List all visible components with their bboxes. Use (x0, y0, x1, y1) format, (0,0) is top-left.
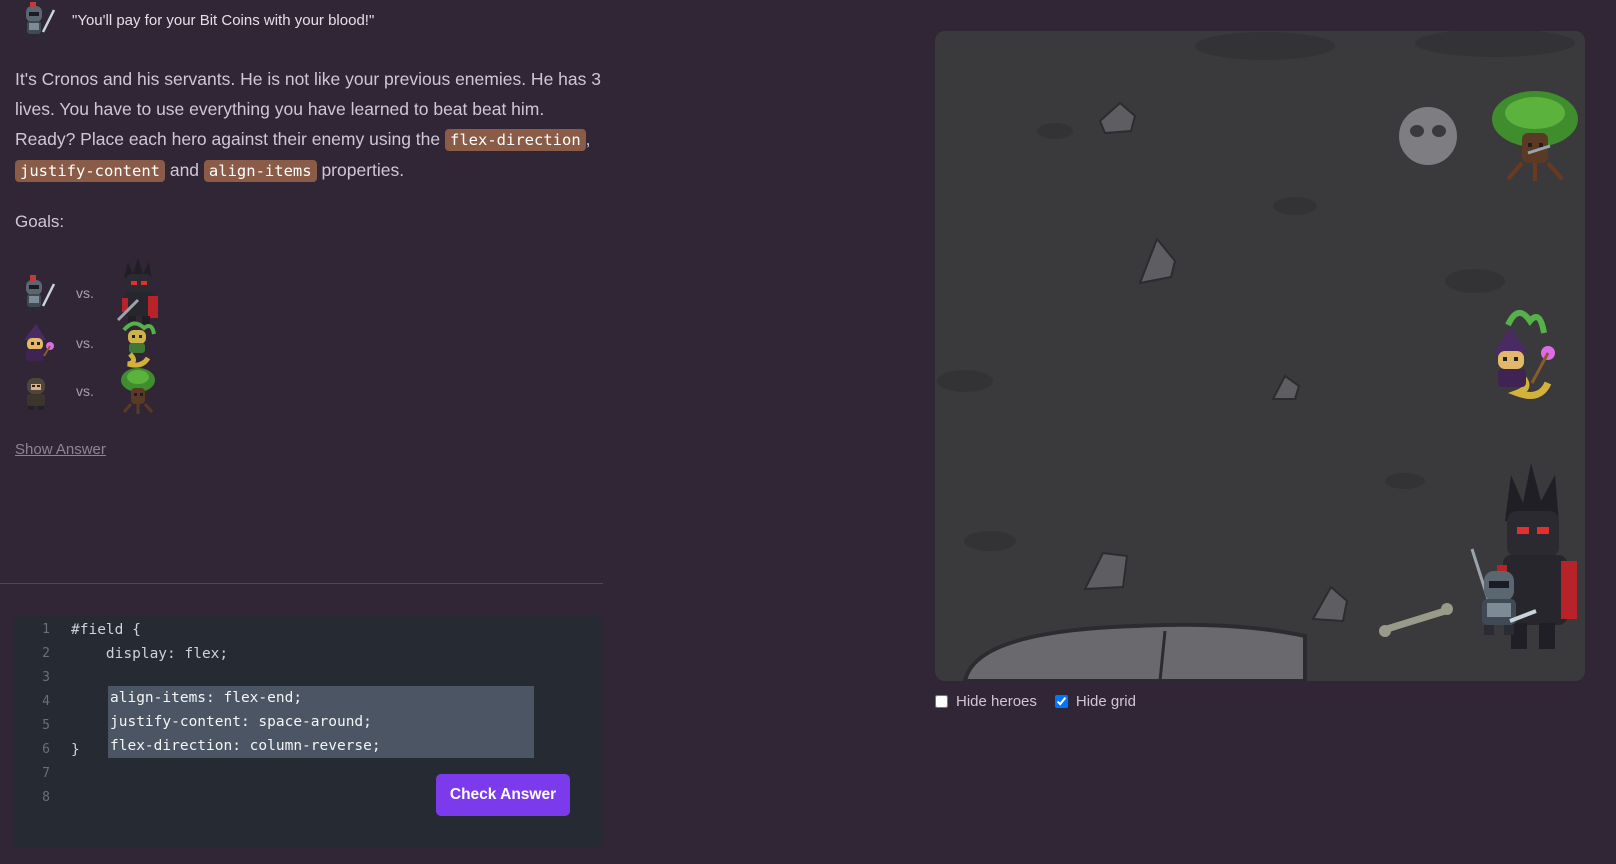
rock-icon (1083, 551, 1129, 591)
check-answer-button[interactable]: Check Answer (436, 774, 570, 816)
hide-heroes-label: Hide heroes (956, 693, 1037, 710)
hide-heroes-checkbox[interactable] (935, 695, 948, 708)
knight-avatar-icon (18, 2, 56, 38)
medusa-icon (114, 318, 164, 368)
rock-icon (1311, 585, 1349, 623)
description-text: , (585, 129, 591, 149)
line-number: 6 (42, 742, 50, 757)
rock-icon (1098, 101, 1137, 135)
level-description: It's Cronos and his servants. He is not … (15, 64, 605, 186)
line-number: 1 (42, 622, 50, 637)
wizard-hero-icon (1490, 321, 1560, 406)
line-number: 2 (42, 646, 50, 661)
hide-grid-checkbox[interactable] (1054, 695, 1068, 708)
ranger-icon (18, 370, 56, 412)
hero-quote: "You'll pay for your Bit Coins with your… (18, 2, 374, 38)
line-number: 7 (42, 766, 50, 781)
vs-label: vs. (76, 335, 94, 351)
description-text: properties. (316, 160, 405, 180)
code-closing-brace: } (71, 742, 80, 758)
wizard-icon (18, 322, 56, 364)
line-number: 5 (42, 718, 50, 733)
line-number: 4 (42, 694, 50, 709)
vs-label: vs. (76, 383, 94, 399)
line-number: 3 (42, 670, 50, 685)
knight-hero-icon (1460, 541, 1540, 646)
rock-icon (1138, 237, 1177, 285)
code-selector-line: #field { (71, 622, 141, 638)
css-input-area[interactable] (108, 686, 534, 758)
rock-slab-icon (962, 622, 1307, 681)
code-display-line: display: flex; (71, 646, 229, 662)
show-answer-link[interactable]: Show Answer (15, 441, 106, 458)
skull-icon (1397, 105, 1459, 167)
goals-label: Goals: (15, 212, 65, 231)
hide-grid-option[interactable]: Hide grid (1054, 693, 1136, 710)
bone-icon (1379, 603, 1453, 637)
treant-icon (114, 366, 164, 416)
quote-text: "You'll pay for your Bit Coins with your… (72, 11, 375, 29)
hide-heroes-option[interactable]: Hide heroes (935, 693, 1037, 710)
hide-grid-label: Hide grid (1075, 693, 1136, 710)
goal-row-wizard: vs. (18, 318, 164, 368)
knight-icon (18, 272, 56, 314)
description-text: and (164, 160, 204, 180)
rock-icon (1271, 374, 1301, 400)
vs-label: vs. (76, 285, 94, 301)
property-tag-flex-direction: flex-direction (445, 129, 586, 151)
game-field (935, 31, 1585, 681)
css-editor: 1 2 3 4 5 6 7 8 #field { display: flex; … (13, 616, 603, 848)
property-tag-justify-content: justify-content (15, 160, 165, 182)
property-tag-align-items: align-items (203, 160, 317, 182)
goal-row-ranger: vs. (18, 366, 164, 416)
line-number: 8 (42, 790, 50, 805)
css-input[interactable] (108, 686, 534, 758)
section-divider (0, 583, 603, 584)
treant-enemy-icon (1490, 91, 1580, 188)
field-options: Hide heroes Hide grid (935, 693, 1154, 710)
